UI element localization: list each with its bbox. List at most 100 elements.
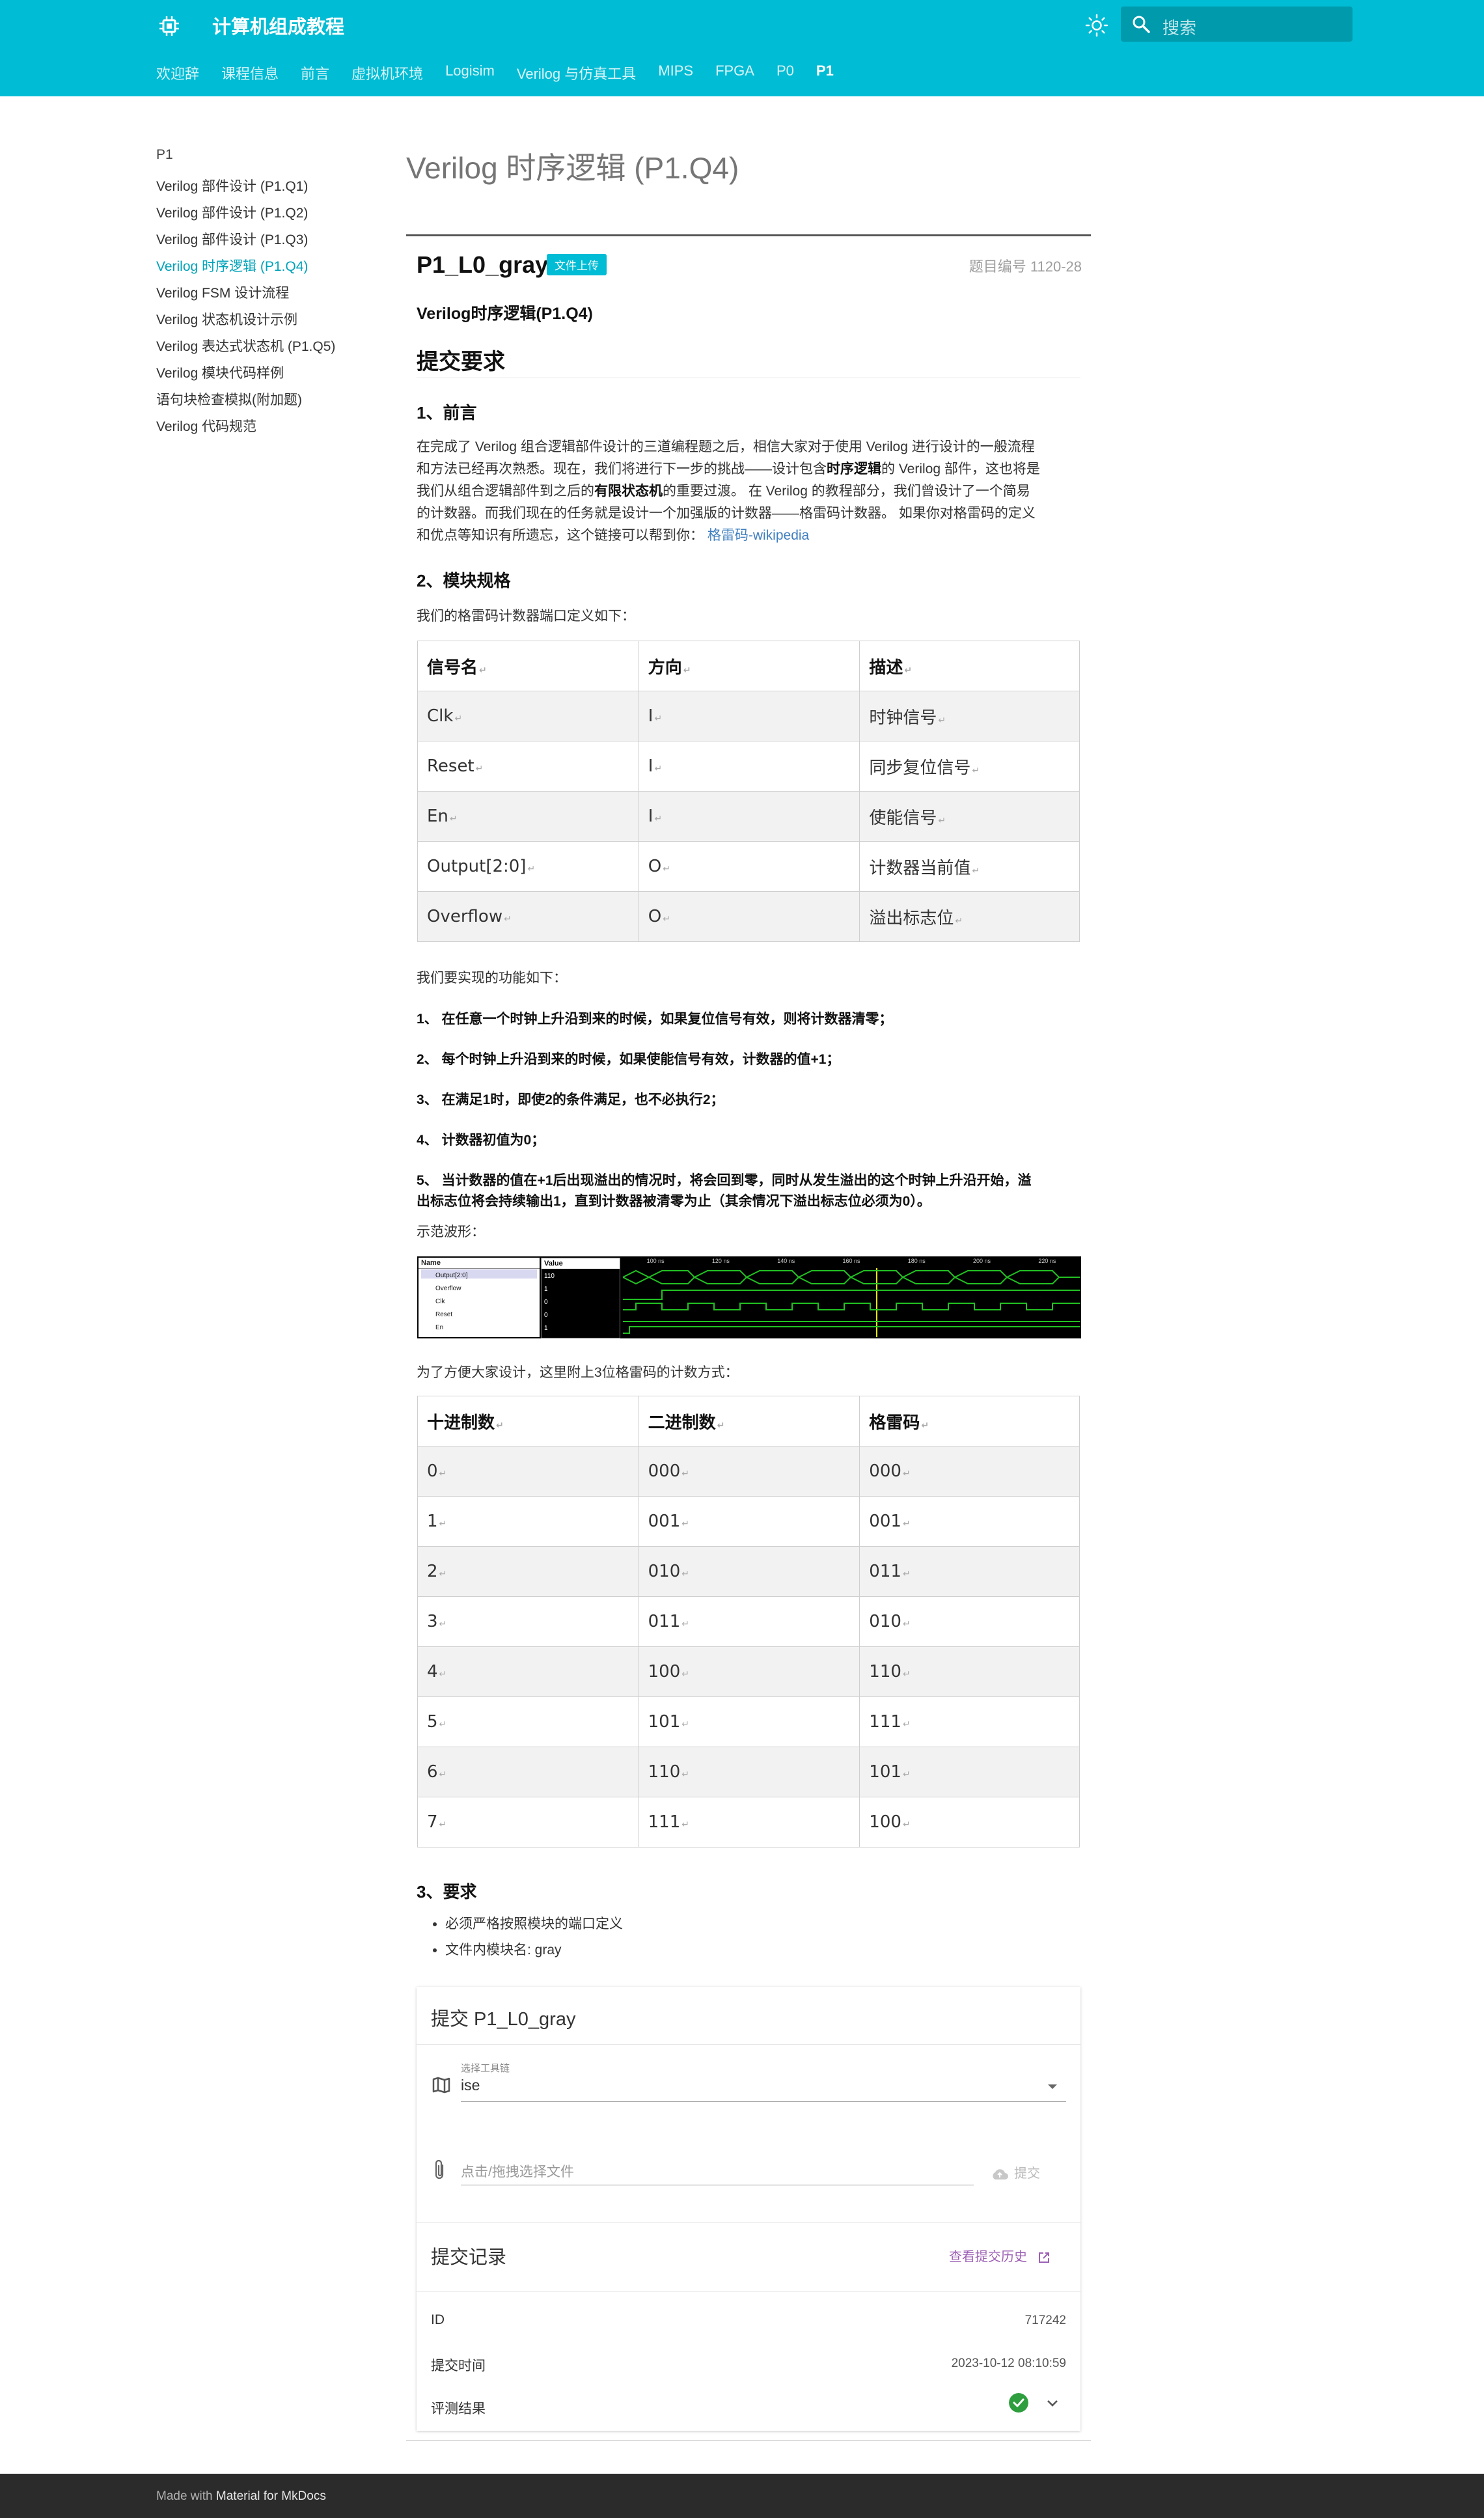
waveform-name-panel: Name Output[2:0] Overflow Clk Reset En (419, 1258, 540, 1337)
chevron-down-icon[interactable] (1045, 2396, 1060, 2410)
nav-item-p1q5[interactable]: Verilog 表达式状态机 (P1.Q5) (156, 333, 371, 360)
tab-mips[interactable]: MIPS (658, 62, 693, 82)
nav-item-p1q4[interactable]: Verilog 时序逻辑 (P1.Q4) (156, 253, 371, 280)
table-cell: 000 ↵ (638, 1446, 860, 1497)
mkdocs-link[interactable]: Material for MkDocs (216, 2489, 326, 2503)
table-cell: 011 ↵ (638, 1596, 860, 1647)
table-cell: 4 ↵ (417, 1646, 639, 1697)
requirements-list: 必须严格按照模块的端口定义 文件内模块名: gray (417, 1911, 623, 1963)
table-cell: 110 ↵ (638, 1747, 860, 1797)
table-row: 1 ↵ 001 ↵ 001 ↵ (417, 1496, 1080, 1547)
table-header-cell: 十进制数 ↵ (417, 1396, 639, 1446)
id-label: ID (431, 2312, 445, 2327)
table-row: 4 ↵ 100 ↵ 110 ↵ (417, 1646, 1080, 1697)
nav-item-fsm-flow[interactable]: Verilog FSM 设计流程 (156, 280, 371, 307)
nav-item-p1q2[interactable]: Verilog 部件设计 (P1.Q2) (156, 200, 371, 227)
table-cell: 6 ↵ (417, 1747, 639, 1797)
table-cell: 0 ↵ (417, 1446, 639, 1497)
check-circle-icon (1009, 2393, 1028, 2413)
nav-item-p1q1[interactable]: Verilog 部件设计 (P1.Q1) (156, 173, 371, 200)
table-cell: 101 ↵ (638, 1696, 860, 1747)
nav-item-code-style[interactable]: Verilog 代码规范 (156, 413, 371, 440)
table-header-cell: 二进制数 ↵ (638, 1396, 860, 1446)
tab-verilog-tools[interactable]: Verilog 与仿真工具 (517, 62, 636, 82)
site-title[interactable]: 计算机组成教程 (212, 12, 344, 39)
signal-name: Overflow (435, 1285, 461, 1292)
tab-welcome[interactable]: 欢迎辞 (156, 62, 199, 82)
table-cell: 100 ↵ (859, 1797, 1080, 1847)
gray-code-intro: 为了方便大家设计，这里附上3位格雷码的计数方式： (417, 1365, 739, 1380)
problem-bottom-rule (406, 2440, 1091, 2441)
search-box[interactable]: 搜索 (1121, 7, 1353, 42)
signal-name: Output[2:0] (435, 1272, 468, 1279)
tab-preface[interactable]: 前言 (301, 62, 329, 82)
chip-logo-icon[interactable] (158, 14, 181, 38)
problem-id: 题目编号 1120-28 (969, 258, 1082, 275)
table-row: Output[2:0] ↵ O ↵ 计数器当前值 ↵ (417, 841, 1080, 892)
table-cell: 同步复位信号 ↵ (859, 741, 1080, 792)
nav-item-p1q3[interactable]: Verilog 部件设计 (P1.Q3) (156, 227, 371, 253)
table-cell: 7 ↵ (417, 1797, 639, 1847)
table-cell: 001 ↵ (638, 1496, 860, 1547)
theme-toggle-icon[interactable] (1084, 13, 1109, 38)
dropdown-arrow-icon[interactable] (1048, 2084, 1057, 2089)
problem-subtitle: Verilog时序逻辑(P1.Q4) (417, 305, 593, 323)
gray-code-wiki-link[interactable]: 格雷码-wikipedia (708, 528, 809, 543)
table-cell: Reset ↵ (417, 741, 639, 792)
waveform-time-axis: 100 ns 120 ns 140 ns 160 ns 180 ns 200 ns 220 … (646, 1258, 1056, 1264)
table-cell: 计数器当前值 ↵ (859, 841, 1080, 892)
table-cell: 011 ↵ (859, 1546, 1080, 1597)
upload-type-badge: 文件上传 (547, 254, 607, 275)
header-bar: 计算机组成教程 搜索 欢迎辞 课程信息 前言 虚拟机环境 Logisim Ver… (0, 0, 1484, 96)
table-row: En ↵ I ↵ 使能信号 ↵ (417, 791, 1080, 842)
nav-section-title[interactable]: P1 (156, 147, 371, 163)
signal-name: Clk (435, 1298, 445, 1305)
history-title: 提交记录 (431, 2247, 507, 2268)
waveform-lines (623, 1268, 1080, 1337)
table-row: Clk ↵ I ↵ 时钟信号 ↵ (417, 691, 1080, 741)
list-item: 文件内模块名: gray (445, 1937, 623, 1963)
tab-vm[interactable]: 虚拟机环境 (351, 62, 423, 82)
waveform-screenshot: Name Output[2:0] Overflow Clk Reset En V… (417, 1256, 1081, 1338)
table-header-cell: 信号名 ↵ (417, 641, 639, 691)
table-cell: 时钟信号 ↵ (859, 691, 1080, 741)
nav-item-code-samples[interactable]: Verilog 模块代码样例 (156, 360, 371, 387)
history-link[interactable]: 查看提交历史 (949, 2246, 1051, 2265)
table-cell: Clk ↵ (417, 691, 639, 741)
preface-paragraph: 在完成了 Verilog 组合逻辑部件设计的三道编程题之后，相信大家对于使用 V… (417, 439, 1040, 543)
nav-item-block-check[interactable]: 语句块检查模拟(附加题) (156, 387, 371, 413)
requirement-4: 4、 计数器初值为0； (417, 1133, 545, 1148)
waveform-value-panel: Value 110 1 0 0 1 (541, 1258, 620, 1338)
table-cell: 001 ↵ (859, 1496, 1080, 1547)
waveform-traces: 100 ns 120 ns 140 ns 160 ns 180 ns 200 ns 220 … (623, 1258, 1080, 1337)
requirement-2: 2、 每个时钟上升沿到来的时候，如果使能信号有效，计数器的值+1； (417, 1052, 840, 1067)
section-spec-heading: 2、模块规格 (417, 571, 511, 590)
table-cell: 010 ↵ (859, 1596, 1080, 1647)
toolchain-select[interactable]: ise (461, 2077, 480, 2094)
nav-item-fsm-example[interactable]: Verilog 状态机设计示例 (156, 307, 371, 333)
upload-button[interactable]: 提交 (991, 2163, 1040, 2181)
table-cell: 3 ↵ (417, 1596, 639, 1647)
table-row: 信号名 ↵ 方向 ↵ 描述 ↵ (417, 641, 1080, 691)
requirement-1: 1、 在任意一个时钟上升沿到来的时候，如果复位信号有效，则将计数器清零； (417, 1012, 893, 1027)
tab-fpga[interactable]: FPGA (715, 62, 754, 82)
gray-code-table: 十进制数 ↵ 二进制数 ↵ 格雷码 ↵ 0 ↵ 000 ↵ 000 ↵ 1 ↵ 001 ↵ 00… (417, 1396, 1080, 1847)
sidebar-nav: P1 Verilog 部件设计 (P1.Q1) Verilog 部件设计 (P1… (156, 147, 371, 440)
tab-p1[interactable]: P1 (816, 62, 834, 82)
time-value: 2023-10-12 08:10:59 (951, 2357, 1066, 2370)
table-cell: 101 ↵ (859, 1747, 1080, 1797)
table-cell: 010 ↵ (638, 1546, 860, 1597)
table-cell: I ↵ (638, 691, 860, 741)
tab-logisim[interactable]: Logisim (445, 62, 495, 82)
waveform-label: 示范波形： (417, 1224, 485, 1239)
tab-course-info[interactable]: 课程信息 (221, 62, 279, 82)
table-cell: 5 ↵ (417, 1696, 639, 1747)
top-tabs: 欢迎辞 课程信息 前言 虚拟机环境 Logisim Verilog 与仿真工具 … (156, 62, 856, 82)
file-input[interactable]: 点击/拖拽选择文件 (461, 2161, 574, 2181)
tab-p0[interactable]: P0 (776, 62, 794, 82)
table-cell: 110 ↵ (859, 1646, 1080, 1697)
table-header-cell: 描述 ↵ (859, 641, 1080, 691)
section-preface-heading: 1、前言 (417, 403, 477, 422)
table-cell: I ↵ (638, 791, 860, 842)
map-icon (432, 2077, 450, 2094)
